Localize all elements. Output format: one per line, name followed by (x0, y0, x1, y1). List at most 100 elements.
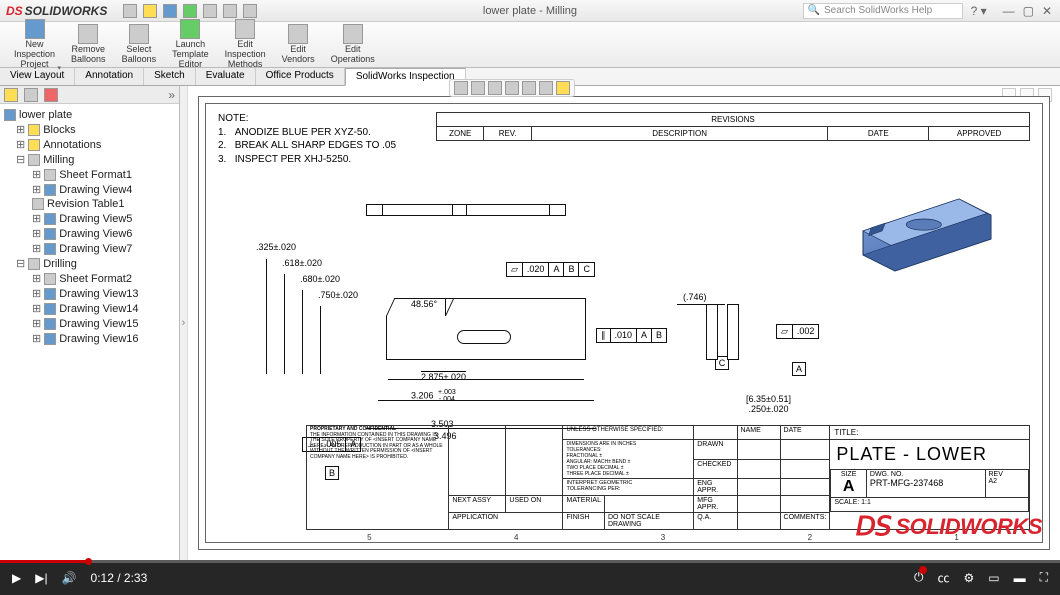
feature-manager-tabs: » (0, 86, 179, 104)
tree-item[interactable]: ⊞Drawing View7 (4, 241, 175, 256)
fullscreen-icon[interactable]: ⛶ (1040, 570, 1048, 585)
drawing-icon (4, 109, 16, 121)
tab-annotation[interactable]: Annotation (75, 68, 144, 85)
ext-line (284, 274, 285, 374)
view-icon (44, 288, 56, 300)
gdt-flatness-020: ▱.020ABC (506, 262, 595, 277)
launch-template-editor-button[interactable]: Launch Template Editor (164, 17, 217, 72)
options-icon[interactable] (243, 4, 257, 18)
tree-item[interactable]: ⊞Drawing View16 (4, 331, 175, 346)
panel-splitter[interactable]: › (180, 86, 188, 560)
tree-item[interactable]: ⊞Drawing View13 (4, 286, 175, 301)
section-view-icon[interactable] (505, 81, 519, 95)
hide-show-icon[interactable] (539, 81, 553, 95)
time-display: 0:12 / 2:33 (91, 571, 148, 585)
print-icon[interactable] (183, 4, 197, 18)
title-block: PROPRIETARY AND CONFIDENTIAL THE INFORMA… (306, 425, 1030, 530)
vertical-dimensions: .325±.020 .618±.020 .680±.020 .750±.020 (256, 242, 358, 306)
theater-icon[interactable]: ▬ (1014, 571, 1026, 585)
feature-manager-panel: » lower plate ⊞Blocks ⊞Annotations ⊟Mill… (0, 86, 180, 560)
top-view (366, 204, 566, 216)
view-icon (44, 184, 56, 196)
format-icon (44, 273, 56, 285)
tree-item[interactable]: ⊞Sheet Format1 (4, 167, 175, 182)
configuration-manager-icon[interactable] (44, 88, 58, 102)
save-icon[interactable] (163, 4, 177, 18)
display-style-icon[interactable] (522, 81, 536, 95)
autoplay-toggle[interactable]: ⏻ (914, 570, 924, 585)
restore-icon[interactable]: ▢ (1023, 4, 1034, 18)
sheet-icon (28, 154, 40, 166)
property-manager-icon[interactable] (24, 88, 38, 102)
play-button[interactable]: ▶ (12, 571, 21, 585)
zoom-area-icon[interactable] (471, 81, 485, 95)
new-inspection-project-button[interactable]: New Inspection Project▾ (6, 17, 63, 72)
captions-button[interactable]: ㏄ (937, 569, 949, 586)
open-icon[interactable] (143, 4, 157, 18)
dim-line (388, 379, 584, 380)
view-icon (44, 333, 56, 345)
tree-milling[interactable]: ⊟Milling (4, 152, 175, 167)
help-menu[interactable]: ? ▾ (963, 4, 995, 18)
tree-root[interactable]: lower plate (4, 108, 175, 122)
search-placeholder: Search SolidWorks Help (824, 5, 932, 16)
progress-bar[interactable] (0, 560, 1060, 563)
tree-item[interactable]: ⊞Drawing View4 (4, 182, 175, 197)
tree-blocks[interactable]: ⊞Blocks (4, 122, 175, 137)
select-balloons-icon (129, 24, 149, 44)
panel-menu-icon[interactable]: » (168, 88, 175, 102)
view-icon (44, 213, 56, 225)
rebuild-icon[interactable] (223, 4, 237, 18)
quick-access-toolbar (113, 4, 257, 18)
edit-inspection-methods-button[interactable]: Edit Inspection Methods (217, 17, 274, 72)
remove-balloons-icon (78, 24, 98, 44)
dim-635: [6.35±0.51] .250±.020 (746, 394, 791, 414)
drawing-canvas[interactable]: NOTE: 1. ANODIZE BLUE PER XYZ-50. 2. BRE… (188, 86, 1060, 560)
next-button[interactable]: ▶| (35, 571, 47, 585)
feature-tree-icon[interactable] (4, 88, 18, 102)
tree-annotations[interactable]: ⊞Annotations (4, 137, 175, 152)
tree-item[interactable]: ⊞Drawing View14 (4, 301, 175, 316)
heads-up-view-toolbar (449, 79, 575, 97)
edit-operations-button[interactable]: Edit Operations (323, 22, 383, 67)
settings-icon[interactable]: ⚙ (963, 571, 974, 585)
miniplayer-icon[interactable]: ▭ (988, 571, 999, 585)
feature-tree[interactable]: lower plate ⊞Blocks ⊞Annotations ⊟Millin… (0, 104, 179, 560)
select-balloons-button[interactable]: Select Balloons (114, 22, 165, 67)
view-icon (44, 303, 56, 315)
ext-line (302, 290, 303, 374)
remove-balloons-button[interactable]: Remove Balloons (63, 22, 114, 67)
prev-view-icon[interactable] (488, 81, 502, 95)
playhead-icon[interactable] (85, 558, 92, 565)
folder-icon (28, 139, 40, 151)
tree-item[interactable]: Revision Table1 (4, 197, 175, 211)
tree-item[interactable]: ⊞Sheet Format2 (4, 271, 175, 286)
tab-solidworks-inspection[interactable]: SolidWorks Inspection (345, 68, 466, 86)
gdt-parallelism-002: ▱.002 (776, 324, 819, 339)
undo-icon[interactable] (203, 4, 217, 18)
document-title: lower plate - Milling (257, 5, 802, 17)
inspection-methods-icon (235, 19, 255, 39)
front-view (386, 316, 586, 360)
tree-item[interactable]: ⊞Drawing View5 (4, 211, 175, 226)
tree-item[interactable]: ⊞Drawing View15 (4, 316, 175, 331)
close-icon[interactable]: ✕ (1042, 4, 1052, 18)
zone-numbers: 54321 (296, 533, 1030, 542)
edit-vendors-button[interactable]: Edit Vendors (274, 22, 323, 67)
app-logo: DS SOLIDWORKS (0, 4, 113, 18)
view-icon (44, 318, 56, 330)
gdt-parallelism-010: ∥.010AB (596, 328, 667, 343)
new-icon[interactable] (123, 4, 137, 18)
format-icon (44, 169, 56, 181)
tree-item[interactable]: ⊞Drawing View6 (4, 226, 175, 241)
search-icon: 🔍 (808, 5, 824, 16)
volume-icon[interactable]: 🔊 (62, 571, 77, 585)
tree-drilling[interactable]: ⊟Drilling (4, 256, 175, 271)
minimize-icon[interactable]: — (1003, 4, 1015, 18)
search-input[interactable]: 🔍 Search SolidWorks Help (803, 3, 963, 19)
revision-table: REVISIONS ZONE REV. DESCRIPTION DATE APP… (436, 112, 1030, 141)
window-controls: — ▢ ✕ (995, 4, 1060, 18)
zoom-fit-icon[interactable] (454, 81, 468, 95)
template-editor-icon (180, 19, 200, 39)
edit-sheet-icon[interactable] (556, 81, 570, 95)
